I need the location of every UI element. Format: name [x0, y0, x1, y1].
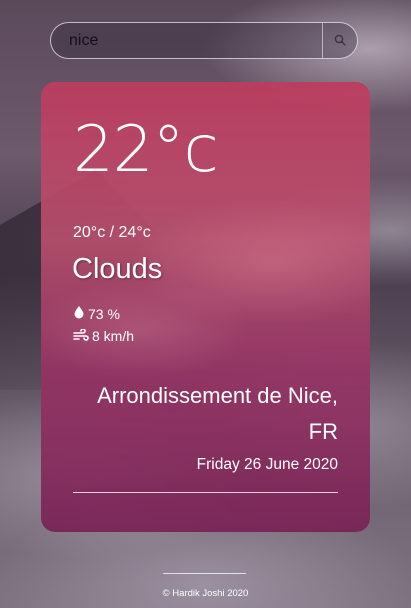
current-date: Friday 26 June 2020	[196, 456, 338, 473]
humidity-stat: 73 %	[73, 305, 120, 322]
wind-stat: 8 km/h	[73, 328, 134, 344]
wind-value: 8 km/h	[92, 328, 135, 344]
city-name: Arrondissement de Nice, FR	[97, 383, 338, 444]
search-button[interactable]	[323, 23, 357, 58]
card-divider	[73, 492, 338, 493]
weather-condition: Clouds	[72, 253, 163, 285]
current-temperature: 22°c	[73, 113, 219, 187]
temperature-range: 20°c / 24°c	[73, 224, 151, 241]
weather-card: 22°c 20°c / 24°c Clouds 73 % 8 km/h Arro…	[41, 82, 370, 532]
search-input[interactable]	[69, 29, 319, 53]
water-drop-icon	[73, 305, 85, 322]
humidity-value: 73 %	[88, 305, 120, 322]
wind-icon	[73, 328, 89, 344]
search-icon	[334, 31, 346, 50]
footer-divider	[163, 573, 246, 574]
search-bar	[50, 22, 358, 59]
footer-credit: © Hardik Joshi 2020	[162, 588, 249, 599]
